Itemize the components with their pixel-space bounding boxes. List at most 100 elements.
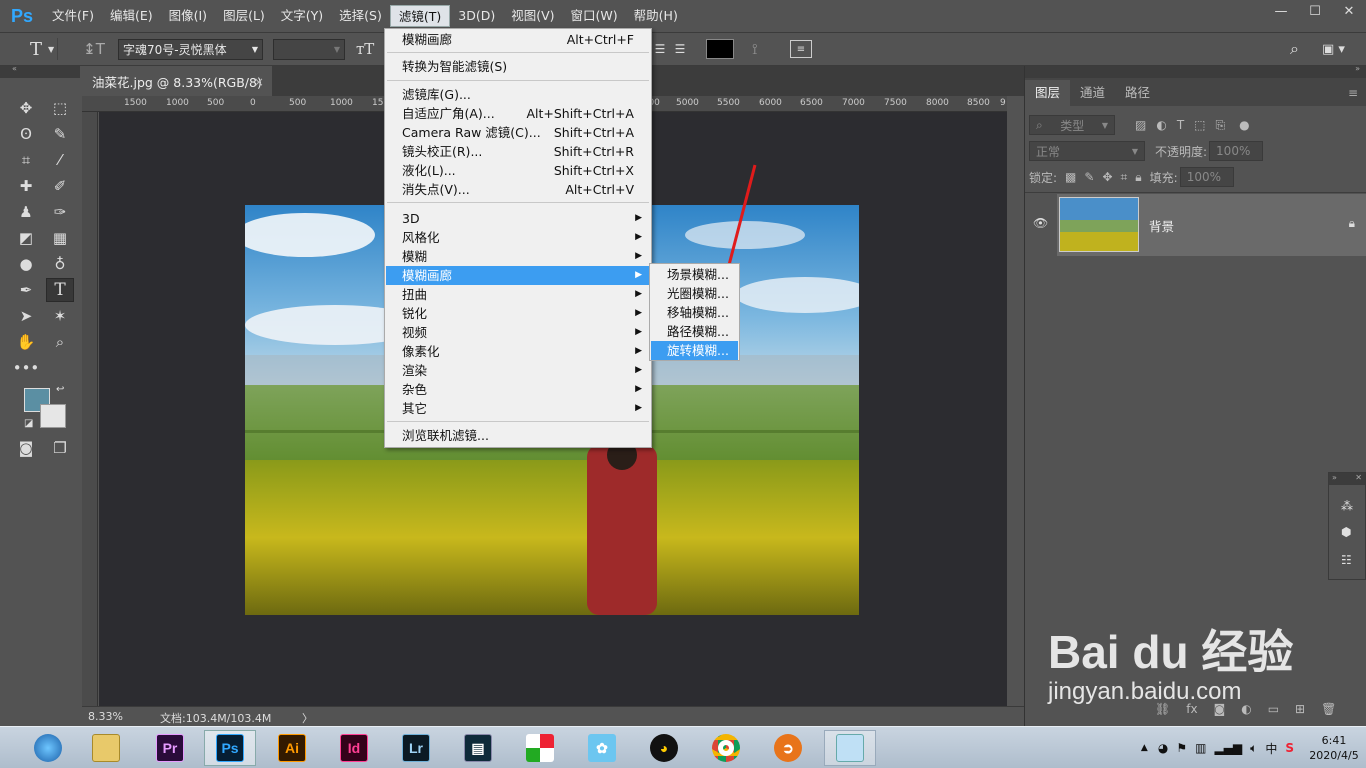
- move-tool-icon[interactable]: ✥: [12, 96, 40, 120]
- fill-input[interactable]: 100%: [1179, 167, 1234, 187]
- lock-transparent-icon[interactable]: ▩: [1065, 170, 1076, 184]
- 3d-icon[interactable]: ⬢: [1341, 525, 1351, 539]
- zoom-level[interactable]: 8.33%: [88, 710, 123, 723]
- menu-item-iris-blur[interactable]: 光圈模糊...: [651, 284, 738, 303]
- menu-item-spin-blur[interactable]: 旋转模糊...: [651, 341, 738, 360]
- custom-shape-icon[interactable]: ✶: [46, 304, 74, 328]
- minimize-button[interactable]: —: [1264, 0, 1298, 22]
- crop-tool-icon[interactable]: ⌗: [12, 148, 40, 172]
- path-select-icon[interactable]: ➤: [12, 304, 40, 328]
- menu-item-blur[interactable]: 模糊 ▶: [386, 247, 650, 266]
- close-button[interactable]: ✕: [1332, 0, 1366, 22]
- taskbar-notes[interactable]: [824, 730, 876, 766]
- volume-icon[interactable]: 🔈︎: [1250, 741, 1257, 756]
- start-button[interactable]: [22, 730, 74, 766]
- zoom-tool-icon[interactable]: ⌕: [46, 330, 74, 354]
- signal-icon[interactable]: ▂▄▆: [1214, 741, 1242, 755]
- search-icon[interactable]: ⌕: [1290, 38, 1299, 60]
- taskbar-player[interactable]: ➲: [762, 730, 814, 766]
- lock-all-icon[interactable]: 🔒︎: [1135, 170, 1141, 185]
- type-tool-icon[interactable]: T: [46, 278, 74, 302]
- layer-row-background[interactable]: 背景 🔒︎: [1057, 194, 1366, 256]
- taskbar-premiere[interactable]: Pr: [144, 730, 196, 766]
- network-icon[interactable]: ▥: [1195, 741, 1206, 755]
- character-panel-icon[interactable]: ≡: [790, 40, 812, 58]
- menu-image[interactable]: 图像(I): [161, 5, 215, 27]
- healing-brush-icon[interactable]: ✚: [12, 174, 40, 198]
- opacity-input[interactable]: 100%: [1209, 141, 1264, 161]
- lock-artboard-icon[interactable]: ⌗: [1121, 170, 1128, 185]
- menu-item-distort[interactable]: 扭曲 ▶: [386, 285, 650, 304]
- menu-type[interactable]: 文字(Y): [273, 5, 331, 27]
- text-color-swatch[interactable]: [706, 39, 734, 59]
- marquee-tool-icon[interactable]: ⬚: [46, 96, 74, 120]
- more-tools-icon[interactable]: •••: [12, 356, 40, 380]
- align-center-icon[interactable]: ☰: [655, 42, 666, 56]
- menu-item-vanishing-point[interactable]: 消失点(V)... Alt+Ctrl+V: [386, 180, 650, 199]
- menu-layer[interactable]: 图层(L): [215, 5, 273, 27]
- menu-item-field-blur[interactable]: 场景模糊...: [651, 265, 738, 284]
- menu-item-browse-online[interactable]: 浏览联机滤镜...: [386, 426, 650, 445]
- shape-filter-icon[interactable]: ⬚: [1194, 118, 1205, 132]
- menu-item-noise[interactable]: 杂色 ▶: [386, 380, 650, 399]
- pen-tool-icon[interactable]: ✒: [12, 278, 40, 302]
- menu-item-filter-gallery[interactable]: 滤镜库(G)...: [386, 85, 650, 104]
- menu-item-render[interactable]: 渲染 ▶: [386, 361, 650, 380]
- taskbar-photoshop[interactable]: Ps: [204, 730, 256, 766]
- expand-icon[interactable]: »: [1332, 473, 1337, 485]
- sogou-icon[interactable]: S: [1285, 741, 1294, 755]
- new-layer-icon[interactable]: ⊞: [1295, 702, 1305, 716]
- taskbar-video-app[interactable]: ▤: [452, 730, 504, 766]
- layer-filter-select[interactable]: ⌕ 类型 ▼: [1029, 115, 1115, 135]
- font-size-icon[interactable]: ᴛT: [356, 38, 374, 60]
- menu-item-pixelate[interactable]: 像素化 ▶: [386, 342, 650, 361]
- taskbar-indesign[interactable]: Id: [328, 730, 380, 766]
- quick-select-icon[interactable]: ✎: [46, 122, 74, 146]
- menu-item-sharpen[interactable]: 锐化 ▶: [386, 304, 650, 323]
- tool-preset-picker[interactable]: T ▼: [10, 38, 58, 60]
- swap-colors-icon[interactable]: ↩: [56, 384, 64, 395]
- taskbar-umbrella-app[interactable]: [514, 730, 566, 766]
- menu-item-path-blur[interactable]: 路径模糊...: [651, 322, 738, 341]
- menu-item-liquify[interactable]: 液化(L)... Shift+Ctrl+X: [386, 161, 650, 180]
- close-tab-icon[interactable]: ×: [254, 74, 264, 89]
- taskbar-chat-app[interactable]: ✿: [576, 730, 628, 766]
- type-filter-icon[interactable]: T: [1177, 118, 1184, 132]
- collapse-icon[interactable]: «: [12, 64, 17, 73]
- workspace-icon[interactable]: ▣ ▾: [1322, 38, 1345, 60]
- dodge-tool-icon[interactable]: ♁: [46, 252, 74, 276]
- menu-help[interactable]: 帮助(H): [626, 5, 686, 27]
- lock-pixels-icon[interactable]: ✎: [1084, 170, 1094, 184]
- menu-item-stylize[interactable]: 风格化 ▶: [386, 228, 650, 247]
- font-style-select[interactable]: ▼: [273, 38, 345, 60]
- menu-item-video[interactable]: 视频 ▶: [386, 323, 650, 342]
- menu-3d[interactable]: 3D(D): [450, 5, 503, 27]
- menu-file[interactable]: 文件(F): [44, 5, 102, 27]
- screen-mode-icon[interactable]: ❐: [46, 436, 74, 460]
- menu-item-last-filter[interactable]: 模糊画廊 Alt+Ctrl+F: [386, 30, 650, 49]
- properties-icon[interactable]: ☷: [1341, 553, 1352, 567]
- menu-item-camera-raw[interactable]: Camera Raw 滤镜(C)... Shift+Ctrl+A: [386, 123, 650, 142]
- history-brush-icon[interactable]: ✑: [46, 200, 74, 224]
- adjustment-filter-icon[interactable]: ◐: [1156, 118, 1166, 132]
- menu-view[interactable]: 视图(V): [503, 5, 562, 27]
- ime-indicator[interactable]: 中: [1265, 740, 1277, 757]
- restore-button[interactable]: ☐: [1298, 0, 1332, 22]
- blur-tool-icon[interactable]: ●: [12, 252, 40, 276]
- flag-icon[interactable]: ⚑: [1176, 741, 1187, 755]
- font-family-select[interactable]: 字魂70号-灵悦黑体 ▼: [118, 38, 263, 60]
- brush-settings-icon[interactable]: ⁂: [1341, 499, 1353, 513]
- taskbar-illustrator[interactable]: Ai: [266, 730, 318, 766]
- menu-filter[interactable]: 滤镜(T): [389, 5, 451, 27]
- hand-tool-icon[interactable]: ✋: [12, 330, 40, 354]
- taskbar-explorer[interactable]: [80, 730, 132, 766]
- menu-select[interactable]: 选择(S): [331, 5, 390, 27]
- pixel-filter-icon[interactable]: ▨: [1135, 118, 1146, 132]
- eraser-tool-icon[interactable]: ◩: [12, 226, 40, 250]
- delete-layer-icon[interactable]: 🗑︎: [1321, 702, 1336, 716]
- eye-icon[interactable]: 👁︎: [1033, 216, 1048, 230]
- tab-paths[interactable]: 路径: [1115, 80, 1160, 106]
- filter-toggle-icon[interactable]: ●: [1239, 118, 1249, 132]
- menu-item-tilt-shift[interactable]: 移轴模糊...: [651, 303, 738, 322]
- layer-name[interactable]: 背景: [1149, 216, 1174, 235]
